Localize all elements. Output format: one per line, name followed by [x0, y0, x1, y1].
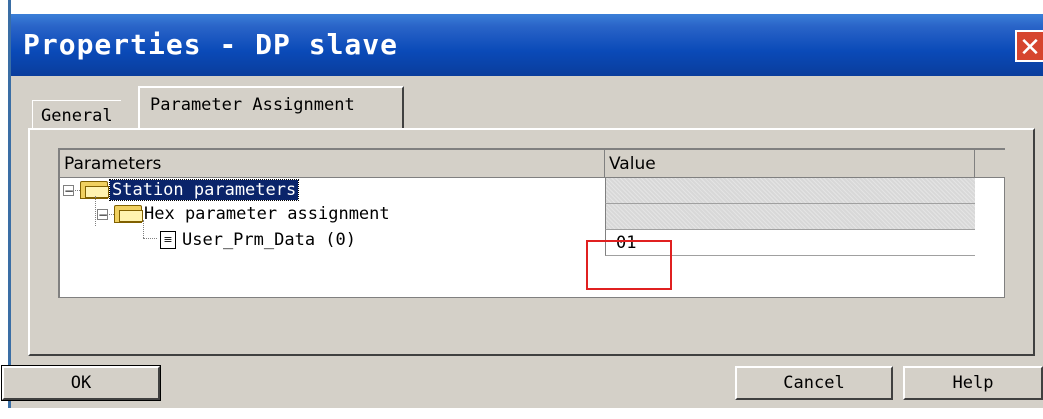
parameters-grid[interactable]: Parameters Value − Station parameters − …	[58, 148, 1005, 298]
row-label: Hex parameter assignment	[144, 204, 390, 224]
tree-row-station-parameters[interactable]: Station parameters	[80, 178, 300, 202]
tab-parameter-assignment[interactable]: Parameter Assignment	[138, 86, 404, 130]
column-header-parameters[interactable]: Parameters	[60, 150, 605, 178]
bottom-edge	[0, 408, 1043, 419]
top-edge	[0, 0, 1043, 14]
collapse-icon[interactable]: −	[63, 185, 74, 197]
value-cell	[605, 178, 975, 204]
window-title: Properties - DP slave	[23, 28, 399, 61]
help-button[interactable]: Help	[903, 366, 1043, 400]
column-header-empty	[975, 150, 1005, 178]
close-button[interactable]: ✕	[1015, 30, 1043, 63]
properties-dialog: Properties - DP slave ✕ General Paramete…	[0, 0, 1043, 419]
annotation-highlight-box	[586, 240, 672, 290]
column-header-value[interactable]: Value	[605, 150, 975, 178]
tree-row-user-prm-data[interactable]: ≡ User_Prm_Data (0)	[160, 228, 356, 252]
tree-connector	[143, 220, 144, 238]
folder-icon	[80, 181, 109, 199]
close-icon: ✕	[1019, 33, 1041, 63]
ok-button[interactable]: OK	[1, 365, 161, 401]
tree-row-hex-parameter-assignment[interactable]: Hex parameter assignment	[114, 202, 390, 226]
tree-connector	[95, 196, 96, 226]
folder-icon	[114, 205, 143, 223]
title-bar[interactable]: Properties - DP slave ✕	[11, 14, 1043, 76]
document-icon: ≡	[160, 231, 176, 249]
row-label: User_Prm_Data (0)	[182, 230, 356, 250]
tab-general[interactable]: General	[32, 100, 121, 129]
value-cell	[605, 204, 975, 230]
tree-connector	[143, 238, 157, 239]
left-edge	[0, 0, 8, 419]
row-label: Station parameters	[108, 179, 300, 201]
cancel-button[interactable]: Cancel	[735, 366, 893, 400]
collapse-icon[interactable]: −	[97, 209, 108, 221]
